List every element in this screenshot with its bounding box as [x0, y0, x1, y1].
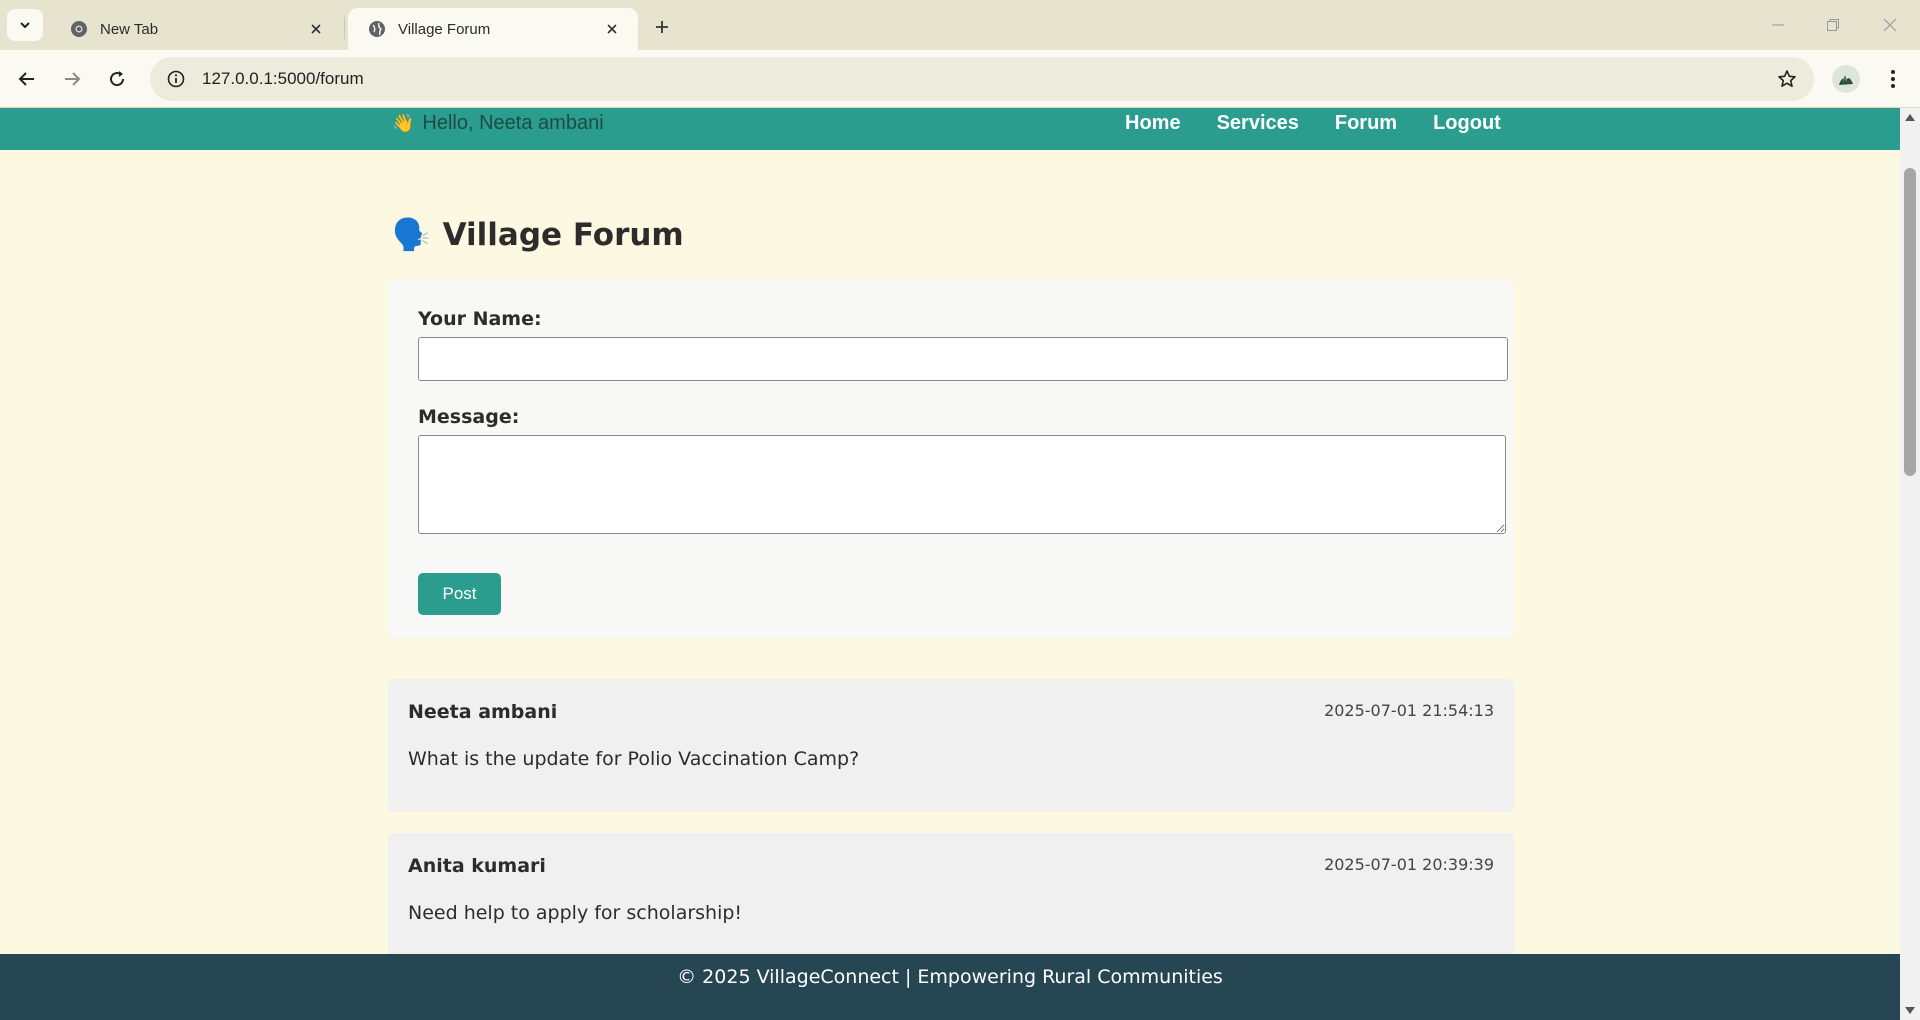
- page-viewport: 👋 Hello, Neeta ambani Home Services Foru…: [0, 108, 1900, 1020]
- site-info-icon[interactable]: [154, 57, 198, 101]
- post-author: Neeta ambani: [408, 701, 558, 723]
- greeting-text: Hello, Neeta ambani: [422, 112, 604, 134]
- avatar-icon: [1839, 75, 1853, 85]
- tab-title: New Tab: [100, 20, 159, 38]
- window-close-button[interactable]: [1868, 8, 1912, 42]
- nav-logout[interactable]: Logout: [1433, 112, 1501, 135]
- forward-button[interactable]: [55, 62, 89, 96]
- post-form: Your Name: Message: Post: [388, 280, 1514, 638]
- minimize-button[interactable]: [1756, 8, 1800, 42]
- speaking-head-icon: 🗣️: [392, 217, 431, 253]
- page-title-text: Village Forum: [442, 216, 684, 253]
- page-scrollbar[interactable]: [1900, 108, 1920, 1020]
- new-tab-button[interactable]: [648, 13, 676, 41]
- browser-toolbar: 127.0.0.1:5000/forum: [0, 50, 1920, 108]
- waving-hand-icon: 👋: [392, 113, 415, 133]
- tab-new-tab[interactable]: New Tab: [50, 8, 342, 50]
- tab-separator: [344, 17, 345, 39]
- restore-button[interactable]: [1811, 8, 1855, 42]
- post-button[interactable]: Post: [418, 573, 501, 615]
- post-message: Need help to apply for scholarship!: [408, 902, 743, 924]
- nav-forum[interactable]: Forum: [1335, 112, 1397, 135]
- profile-avatar[interactable]: [1832, 65, 1860, 93]
- forum-post: Anita kumari 2025-07-01 20:39:39 Need he…: [388, 833, 1514, 966]
- scroll-down-arrow-icon[interactable]: [1905, 1007, 1915, 1014]
- minimize-icon: [1772, 24, 1784, 26]
- browser-menu-button[interactable]: [1878, 64, 1908, 94]
- tab-title: Village Forum: [398, 20, 491, 38]
- globe-icon: [368, 20, 386, 38]
- post-timestamp: 2025-07-01 20:39:39: [1324, 855, 1494, 874]
- arrow-left-icon: [18, 72, 34, 86]
- site-header: 👋 Hello, Neeta ambani Home Services Foru…: [0, 108, 1900, 150]
- nav-services[interactable]: Services: [1217, 112, 1299, 135]
- arrow-right-icon: [65, 72, 81, 86]
- name-label: Your Name:: [418, 308, 542, 330]
- address-bar[interactable]: 127.0.0.1:5000/forum: [150, 57, 1814, 101]
- post-message: What is the update for Polio Vaccination…: [408, 748, 860, 770]
- name-input[interactable]: [418, 337, 1508, 381]
- reload-icon: [110, 71, 125, 87]
- message-textarea[interactable]: [418, 435, 1506, 534]
- chrome-icon: [70, 20, 88, 38]
- scroll-up-arrow-icon[interactable]: [1905, 114, 1915, 121]
- post-author: Anita kumari: [408, 855, 546, 877]
- plus-icon: [656, 21, 668, 33]
- close-icon[interactable]: [304, 17, 328, 41]
- reload-button[interactable]: [100, 62, 134, 96]
- post-timestamp: 2025-07-01 21:54:13: [1324, 701, 1494, 720]
- url-text: 127.0.0.1:5000/forum: [202, 69, 364, 88]
- nav-home[interactable]: Home: [1125, 112, 1181, 135]
- tab-village-forum[interactable]: Village Forum: [348, 8, 638, 50]
- footer-text: © 2025 VillageConnect | Empowering Rural…: [677, 966, 1223, 988]
- restore-icon: [1827, 19, 1839, 31]
- page-title: 🗣️ Village Forum: [392, 216, 684, 254]
- scrollbar-thumb[interactable]: [1904, 168, 1916, 476]
- bookmark-star-icon[interactable]: [1772, 64, 1802, 94]
- kebab-menu-icon: [1891, 70, 1895, 88]
- chevron-down-icon: [20, 22, 30, 29]
- browser-tabstrip: New Tab Village Forum: [0, 0, 1920, 50]
- site-nav: Home Services Forum Logout: [1125, 112, 1501, 135]
- tab-search-button[interactable]: [7, 9, 43, 41]
- forum-post: Neeta ambani 2025-07-01 21:54:13 What is…: [388, 679, 1514, 812]
- close-icon: [1883, 18, 1897, 32]
- close-icon[interactable]: [600, 17, 624, 41]
- user-greeting: 👋 Hello, Neeta ambani: [392, 112, 604, 135]
- message-label: Message:: [418, 406, 520, 428]
- back-button[interactable]: [10, 62, 44, 96]
- site-footer: © 2025 VillageConnect | Empowering Rural…: [0, 954, 1900, 1020]
